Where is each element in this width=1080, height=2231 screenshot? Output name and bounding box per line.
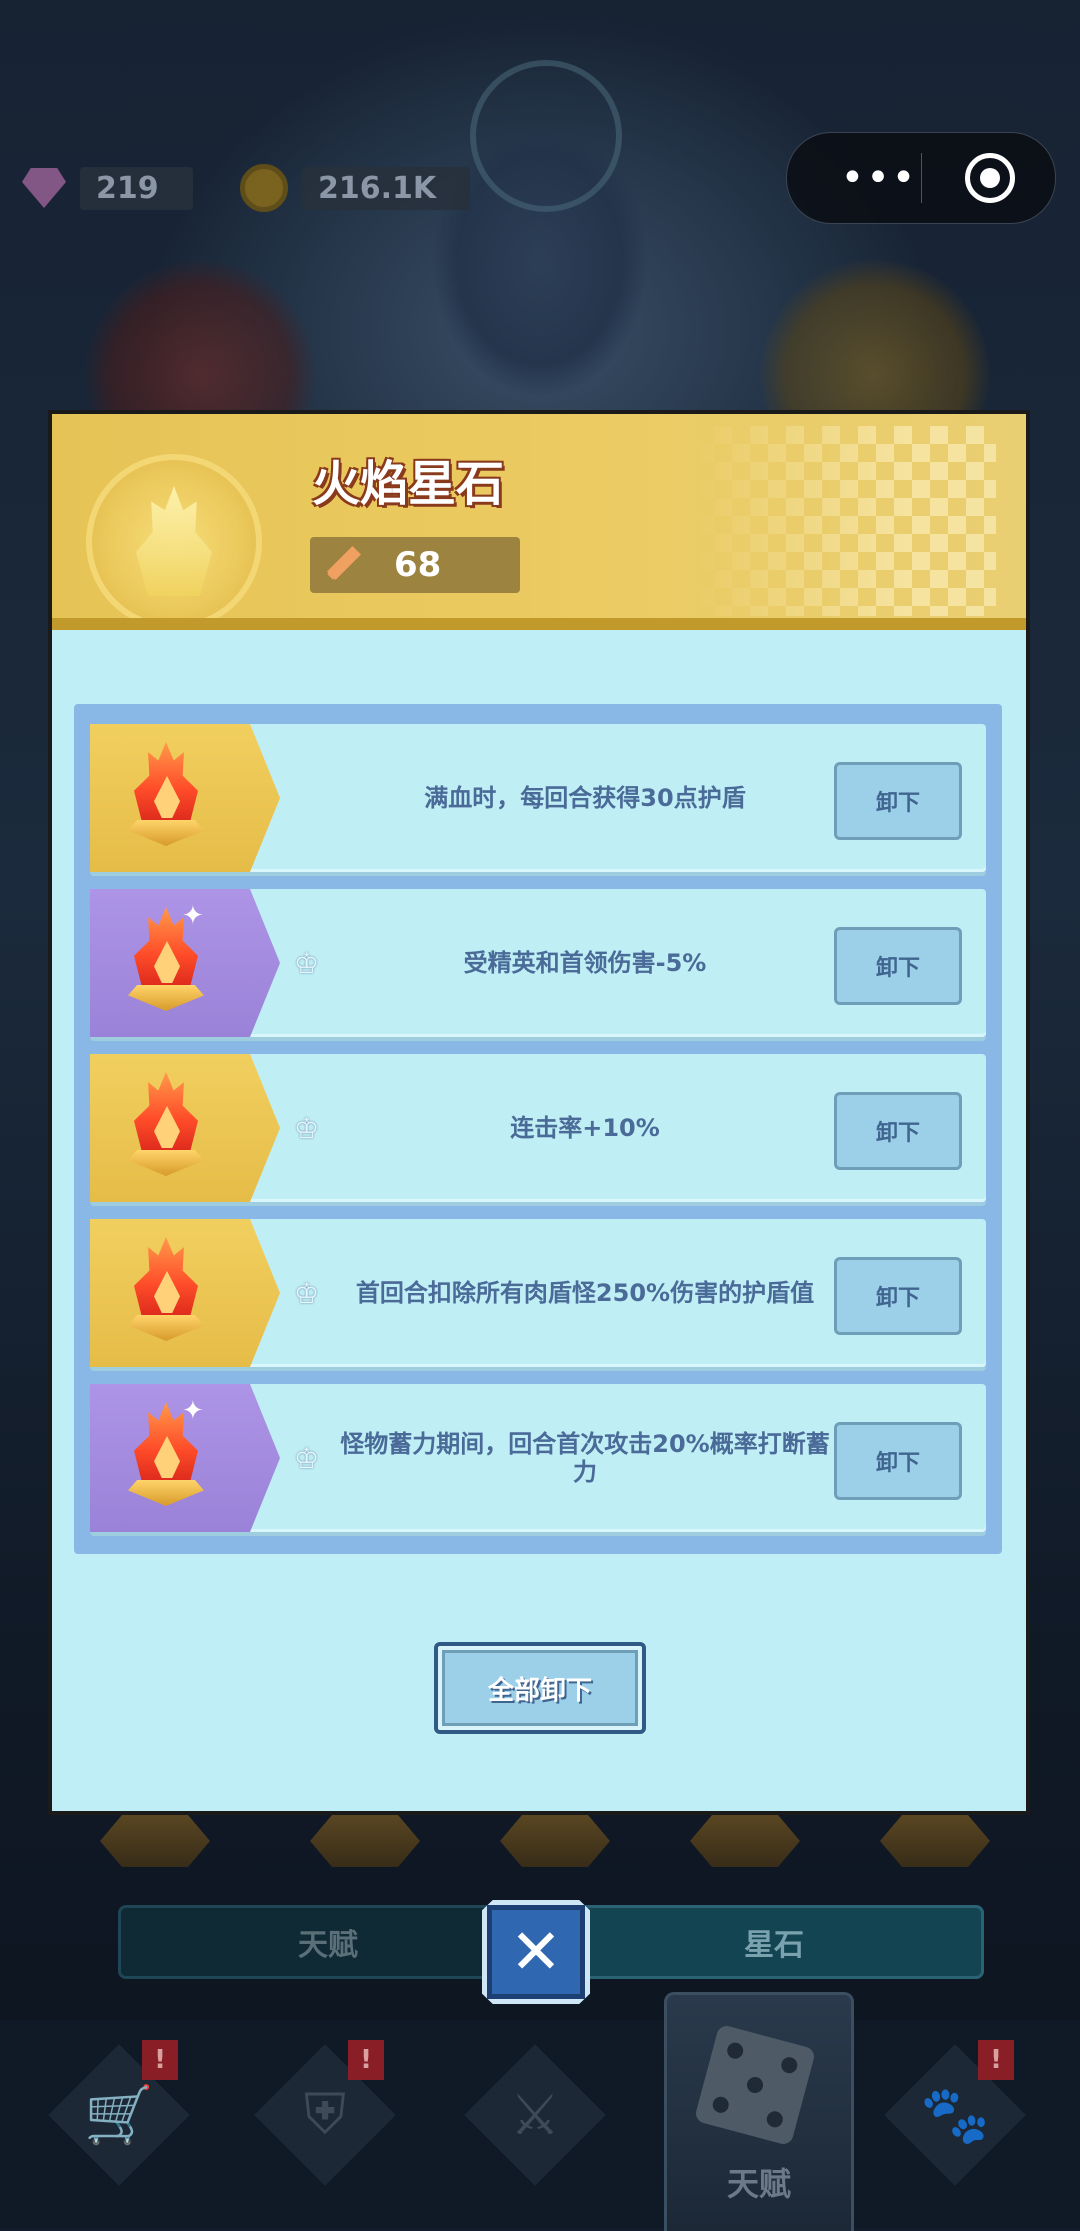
- modal-header: 火焰星石 68: [52, 414, 1026, 630]
- close-button[interactable]: ✕: [482, 1900, 590, 2004]
- unload-button[interactable]: 卸下: [834, 1422, 962, 1500]
- effect-text: 首回合扣除所有肉盾怪250%伤害的护盾值: [355, 1279, 815, 1307]
- gem-count: 219: [80, 166, 193, 210]
- unload-all-button[interactable]: 全部卸下: [434, 1642, 646, 1734]
- dice-icon: [693, 2023, 817, 2147]
- power-bar: 68: [310, 537, 520, 593]
- fire-gem-icon: ✦: [128, 1398, 204, 1508]
- fire-gem-icon: ✦: [128, 903, 204, 1013]
- alert-badge: !: [142, 2040, 178, 2080]
- list-item: ✦ ♔ 受精英和首领伤害-5% 卸下: [90, 889, 986, 1037]
- segment-talent[interactable]: 天赋: [118, 1905, 538, 1979]
- more-dots-icon[interactable]: •••: [829, 158, 929, 198]
- list-item: ♔ 首回合扣除所有肉盾怪250%伤害的护盾值 卸下: [90, 1219, 986, 1367]
- segment-starstone[interactable]: 星石: [564, 1905, 984, 1979]
- equipment-slots-background: [60, 1815, 1020, 1875]
- effect-text: 受精英和首领伤害-5%: [463, 949, 707, 977]
- gem-counter: 219: [22, 162, 193, 214]
- alert-badge: !: [348, 2040, 384, 2080]
- header-divider: [52, 618, 1026, 630]
- tab-shop[interactable]: 🛒 !: [48, 2040, 190, 2186]
- halo-background: [470, 60, 622, 212]
- equipped-starstone-list: 满血时，每回合获得30点护盾 卸下 ✦ ♔ 受精英和首领伤害-5% 卸下 ♔ 连…: [74, 704, 1002, 1554]
- unload-button[interactable]: 卸下: [834, 1257, 962, 1335]
- fire-gem-icon: [128, 1237, 204, 1343]
- effect-text: 怪物蓄力期间，回合首次攻击20%概率打断蓄力: [340, 1430, 830, 1486]
- fire-gem-icon: [128, 742, 204, 848]
- effect-text: 满血时，每回合获得30点护盾: [424, 784, 746, 812]
- gem-icon: [22, 168, 66, 208]
- modal-body: 满血时，每回合获得30点护盾 卸下 ✦ ♔ 受精英和首领伤害-5% 卸下 ♔ 连…: [52, 630, 1026, 1811]
- unload-button[interactable]: 卸下: [834, 927, 962, 1005]
- star-icon: ♔: [294, 1277, 320, 1310]
- capsule-divider: [921, 153, 922, 203]
- sword-icon: [324, 546, 364, 585]
- crossed-swords-icon: ⚔: [509, 2082, 561, 2148]
- bottom-tab-bar: 🛒 ! ⛨ ! ⚔ 天赋 🐾 !: [0, 1992, 1080, 2231]
- power-value: 68: [394, 545, 442, 585]
- close-icon: ✕: [510, 1915, 562, 1988]
- tab-battle[interactable]: ⚔: [464, 2044, 606, 2186]
- starstone-modal: 火焰星石 68 满血时，每回合获得30点护盾 卸下 ✦ ♔ 受精英和首领伤害-5…: [48, 410, 1030, 1815]
- star-icon: ♔: [294, 1112, 320, 1145]
- star-icon: ♔: [294, 1442, 320, 1475]
- target-icon[interactable]: [965, 153, 1015, 203]
- modal-title: 火焰星石: [312, 456, 505, 512]
- header-pattern: [696, 426, 996, 616]
- unload-button[interactable]: 卸下: [834, 762, 962, 840]
- effect-text: 连击率+10%: [510, 1114, 660, 1142]
- unload-button[interactable]: 卸下: [834, 1092, 962, 1170]
- coin-icon: [240, 164, 288, 212]
- coin-count: 216.1K: [302, 166, 471, 210]
- tab-talent-label: 天赋: [726, 2165, 791, 2203]
- coin-counter: 216.1K: [240, 162, 471, 214]
- flame-starstone-icon: [86, 454, 262, 630]
- tab-pet[interactable]: 🐾 !: [884, 2040, 1026, 2186]
- tab-armor[interactable]: ⛨ !: [254, 2040, 396, 2186]
- star-icon: ♔: [294, 947, 320, 980]
- alert-badge: !: [978, 2040, 1014, 2080]
- list-item: ♔ 连击率+10% 卸下: [90, 1054, 986, 1202]
- list-item: ✦ ♔ 怪物蓄力期间，回合首次攻击20%概率打断蓄力 卸下: [90, 1384, 986, 1532]
- list-item: 满血时，每回合获得30点护盾 卸下: [90, 724, 986, 872]
- fire-gem-icon: [128, 1072, 204, 1178]
- tab-talent[interactable]: 天赋: [664, 1992, 854, 2231]
- miniprogram-capsule: •••: [786, 132, 1056, 224]
- flame-icon: [136, 486, 212, 596]
